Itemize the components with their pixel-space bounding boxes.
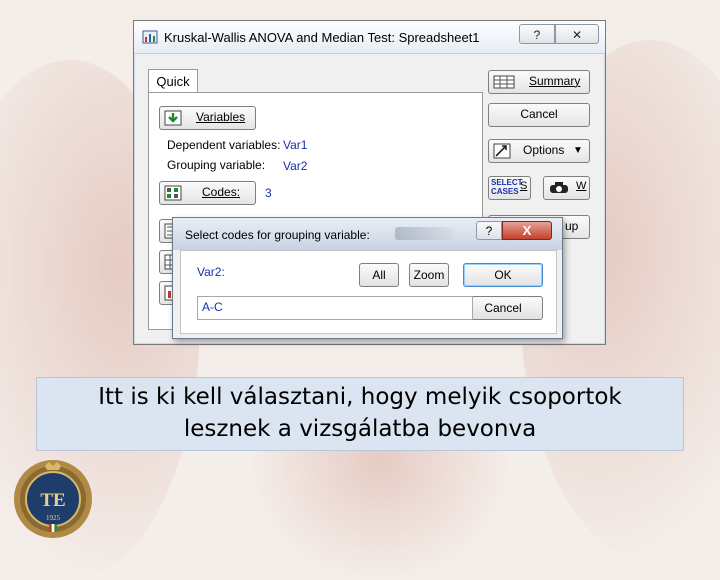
partial-label: up: [565, 219, 579, 233]
codes-label: Codes:: [202, 185, 241, 199]
cancel-button[interactable]: Cancel: [488, 103, 590, 127]
options-button[interactable]: Options ▼: [488, 139, 590, 163]
summary-button[interactable]: Summary: [488, 70, 590, 94]
options-icon: [493, 143, 511, 159]
svg-text:TE: TE: [40, 490, 65, 511]
app-icon: [142, 30, 158, 44]
close-button[interactable]: ✕: [555, 24, 599, 44]
help-button[interactable]: ?: [519, 24, 555, 44]
dependent-variables-value: Var1: [283, 138, 308, 152]
s-label: S: [520, 180, 528, 192]
select-codes-title: Select codes for grouping variable:: [185, 228, 370, 242]
codes-icon: [164, 185, 182, 201]
cancel-label: Cancel: [520, 107, 558, 121]
ok-button[interactable]: OK: [463, 263, 543, 287]
caption-line-2: lesznek a vizsgálatba bevonva: [183, 416, 537, 442]
codes-button[interactable]: Codes:: [159, 181, 256, 205]
subdialog-cancel-label: Cancel: [484, 301, 522, 315]
university-seal-logo: TE 1925: [14, 460, 92, 538]
weight-icon: [550, 182, 568, 193]
summary-icon: [493, 75, 515, 89]
variables-label: Variables: [196, 110, 246, 124]
codes-value: 3: [265, 186, 272, 200]
summary-label: Summary: [529, 74, 581, 88]
weight-button[interactable]: W: [543, 176, 590, 200]
grouping-variable-value: Var2: [283, 159, 308, 173]
w-label: W: [576, 180, 587, 192]
dialog-title: Kruskal-Wallis ANOVA and Median Test: Sp…: [164, 30, 480, 45]
subdialog-cancel-button[interactable]: Cancel: [463, 296, 543, 320]
variables-button[interactable]: Variables: [159, 106, 256, 130]
dependent-variables-label: Dependent variables:: [167, 138, 281, 152]
zoom-label: Zoom: [413, 268, 445, 282]
all-label: All: [372, 268, 386, 282]
grouping-variable-label: Grouping variable:: [167, 158, 266, 172]
ok-label: OK: [494, 268, 512, 282]
title-blur: [395, 227, 455, 240]
dialog-titlebar: Kruskal-Wallis ANOVA and Median Test: Sp…: [134, 21, 605, 54]
zoom-button[interactable]: Zoom: [409, 263, 449, 287]
subdialog-help-button[interactable]: ?: [476, 221, 502, 240]
chevron-down-icon: ▼: [573, 145, 583, 156]
svg-text:1925: 1925: [46, 514, 61, 522]
codes-input[interactable]: A-C: [197, 296, 473, 320]
select-cases-button[interactable]: SELECT CASES S: [488, 176, 531, 200]
options-label: Options: [523, 143, 565, 157]
caption-line-1: Itt is ki kell választani, hogy melyik c…: [98, 384, 622, 410]
caption-box: Itt is ki kell választani, hogy melyik c…: [36, 377, 684, 451]
subdialog-close-button[interactable]: X: [502, 221, 552, 240]
select-codes-titlebar: Select codes for grouping variable: ? X: [173, 218, 562, 250]
select-cases-label: SELECT CASES: [491, 178, 523, 196]
variables-icon: [164, 110, 182, 126]
var2-label: Var2:: [197, 265, 225, 279]
tab-quick[interactable]: Quick: [148, 69, 198, 93]
all-button[interactable]: All: [359, 263, 399, 287]
